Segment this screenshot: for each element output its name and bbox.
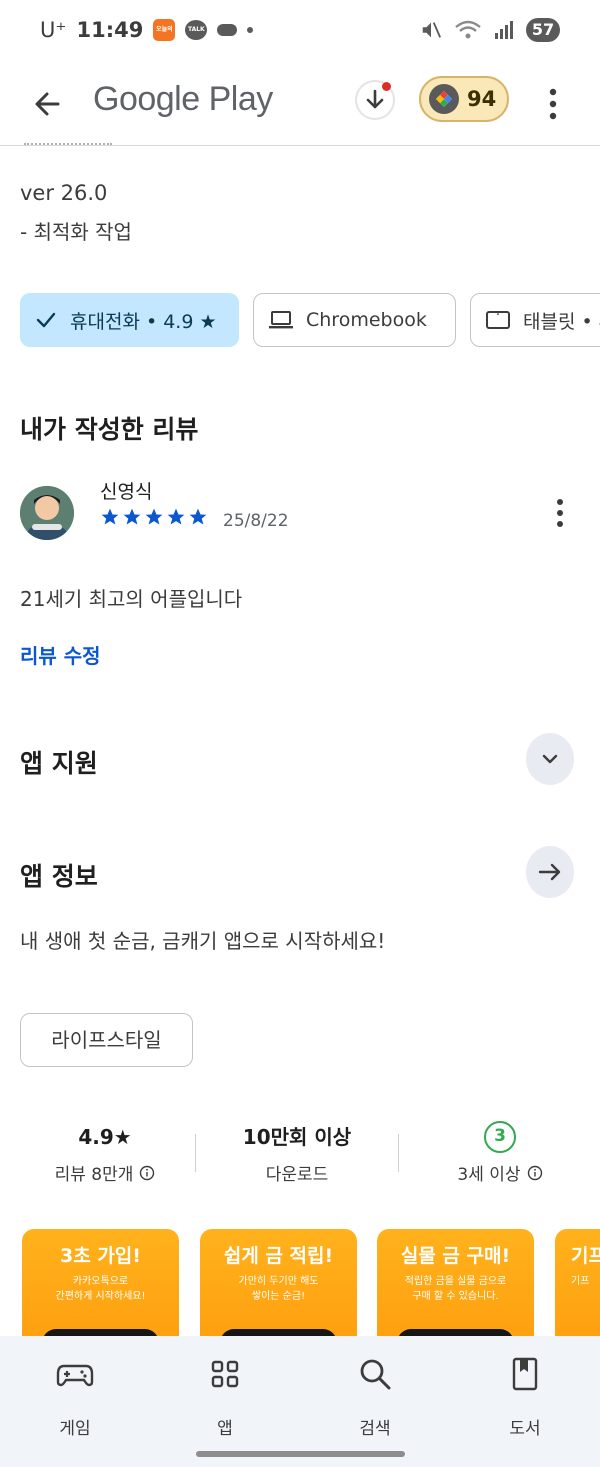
device-chip-label: 휴대전화 • 4.9 ★ — [70, 310, 217, 333]
app-stats-row: 4.9★ 리뷰 8만개 10만회 이상 다운로드 3 3세 이상 — [0, 1120, 600, 1190]
temu-notification-icon: 오늘의 TEMU — [153, 19, 176, 41]
bottom-navigation: 게임 앱 검색 도서 — [0, 1336, 600, 1467]
info-icon — [140, 1165, 155, 1180]
stat-rating[interactable]: 4.9★ 리뷰 8만개 — [20, 1120, 190, 1185]
age-rating-label: 3세 이상 — [457, 1165, 521, 1185]
screenshot-carousel[interactable]: 3초 가입! 카카오톡으로 간편하게 시작하세요! 쉽게 금 적립! 가만히 두… — [0, 1229, 600, 1339]
tablet-icon — [486, 311, 510, 329]
reviewer-name: 신영식 — [100, 481, 153, 503]
app-description: 내 생애 첫 순금, 금캐기 앱으로 시작하세요! — [20, 929, 386, 953]
home-indicator[interactable] — [196, 1451, 405, 1457]
device-chip-tablet[interactable]: 태블릿 • 4 — [470, 293, 600, 347]
nav-label: 검색 — [359, 1419, 391, 1439]
downloads-value: 10만회 이상 — [242, 1125, 352, 1149]
star-icon — [123, 508, 141, 525]
rating-value: 4.9★ — [78, 1125, 132, 1149]
review-rating-stars — [100, 507, 208, 527]
carrier-label: U⁺ — [40, 18, 67, 42]
arrow-forward-icon — [538, 863, 561, 881]
check-icon — [36, 312, 56, 328]
laptop-icon — [269, 311, 293, 329]
screenshot-title: 기프 — [571, 1245, 600, 1267]
status-bar: U⁺ 11:49 오늘의 TEMU TALK 57 — [0, 0, 600, 64]
app-info-arrow-button[interactable] — [526, 846, 574, 898]
stat-divider — [195, 1134, 196, 1172]
star-icon — [145, 508, 163, 525]
app-support-expand-button[interactable] — [526, 733, 574, 785]
app-support-title: 앱 지원 — [20, 749, 98, 778]
apps-grid-icon — [211, 1360, 239, 1388]
review-text: 21세기 최고의 어플입니다 — [20, 587, 243, 611]
status-clock: 11:49 — [76, 18, 144, 42]
star-icon — [101, 508, 119, 525]
more-vert-icon[interactable] — [538, 82, 568, 126]
edit-review-link[interactable]: 리뷰 수정 — [20, 640, 101, 669]
review-count: 리뷰 8만개 — [54, 1165, 134, 1185]
screenshot-subtitle: 기프 — [571, 1276, 590, 1287]
age-rating-badge: 3 — [484, 1121, 516, 1153]
nav-item-books[interactable]: 도서 — [470, 1354, 580, 1439]
stat-downloads: 10만회 이상 다운로드 — [212, 1120, 382, 1185]
chevron-down-icon — [542, 754, 558, 764]
downloads-label: 다운로드 — [265, 1165, 329, 1185]
screenshot-card[interactable]: 실물 금 구매! 적립한 금을 실물 금으로 구매 할 수 있습니다. — [377, 1229, 534, 1339]
screenshot-title: 실물 금 구매! — [400, 1245, 511, 1267]
signal-icon — [495, 21, 513, 39]
nav-item-games[interactable]: 게임 — [20, 1354, 130, 1439]
review-date: 25/8/22 — [223, 511, 289, 531]
more-notifications-dot-icon — [247, 27, 254, 33]
version-note: - 최적화 작업 — [20, 220, 132, 244]
device-chip-phone[interactable]: 휴대전화 • 4.9 ★ — [20, 293, 239, 347]
battery-indicator: 57 — [526, 18, 560, 42]
screenshot-card[interactable]: 기프 기프 — [555, 1229, 600, 1339]
book-icon — [512, 1357, 538, 1391]
screenshot-title: 3초 가입! — [60, 1245, 141, 1267]
avatar — [20, 486, 74, 540]
search-icon — [360, 1359, 391, 1390]
device-chip-chromebook[interactable]: Chromebook — [253, 293, 456, 347]
star-icon — [167, 508, 185, 525]
screenshot-card[interactable]: 3초 가입! 카카오톡으로 간편하게 시작하세요! — [22, 1229, 179, 1339]
kakaotalk-notification-icon: TALK — [185, 20, 208, 40]
star-icon — [189, 508, 207, 525]
play-points-icon — [429, 84, 459, 114]
play-points-chip[interactable]: 94 — [419, 76, 509, 122]
download-button[interactable] — [355, 80, 395, 120]
version-text: ver 26.0 — [20, 181, 108, 205]
category-chip[interactable]: 라이프스타일 — [20, 1013, 193, 1067]
stat-age-rating[interactable]: 3 3세 이상 — [415, 1120, 585, 1185]
review-more-vert-icon[interactable] — [548, 496, 572, 530]
screenshot-subtitle: 적립한 금을 실물 금으로 구매 할 수 있습니다. — [404, 1276, 507, 1302]
app-info-title: 앱 정보 — [20, 862, 98, 891]
screenshot-subtitle: 가만히 두기만 해도 쌓이는 순금! — [238, 1276, 319, 1302]
screenshot-card[interactable]: 쉽게 금 적립! 가만히 두기만 해도 쌓이는 순금! — [200, 1229, 357, 1339]
nav-label: 도서 — [509, 1419, 541, 1439]
clipped-text-line — [24, 136, 112, 146]
play-points-value: 94 — [467, 87, 497, 111]
arrow-back-icon[interactable] — [28, 84, 68, 124]
google-play-logo: Google Play — [93, 80, 273, 118]
mute-icon — [422, 22, 442, 38]
info-icon — [527, 1165, 542, 1180]
screenshot-title: 쉽게 금 적립! — [223, 1245, 334, 1267]
my-review-title: 내가 작성한 리뷰 — [20, 415, 199, 444]
notification-dot — [382, 82, 391, 91]
screenshot-subtitle: 카카오톡으로 간편하게 시작하세요! — [55, 1276, 146, 1302]
nav-item-apps[interactable]: 앱 — [170, 1354, 280, 1439]
nav-item-search[interactable]: 검색 — [320, 1354, 430, 1439]
nav-label: 게임 — [59, 1419, 91, 1439]
app-bar: Google Play 94 — [0, 64, 600, 146]
wifi-icon — [455, 20, 481, 39]
device-chip-label: Chromebook — [306, 309, 427, 331]
gamepad-icon — [56, 1364, 94, 1387]
device-chip-label: 태블릿 • 4 — [523, 310, 600, 333]
cloud-icon — [217, 24, 238, 36]
nav-label: 앱 — [217, 1419, 233, 1439]
stat-divider — [398, 1134, 399, 1172]
